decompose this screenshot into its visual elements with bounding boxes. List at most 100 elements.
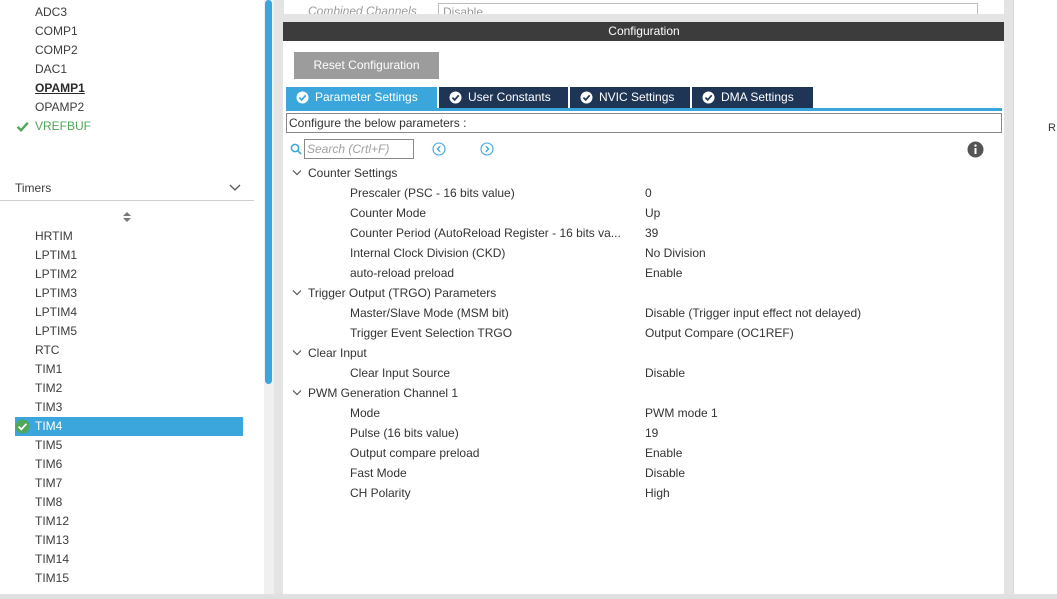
peripheral-item-tim15[interactable]: TIM15 xyxy=(15,569,243,588)
peripheral-item-lptim1[interactable]: LPTIM1 xyxy=(15,246,243,265)
peripheral-item-label: OPAMP1 xyxy=(35,81,85,95)
peripheral-item-label: TIM6 xyxy=(35,457,63,471)
group-title: Trigger Output (TRGO) Parameters xyxy=(308,286,497,300)
parameter-value[interactable]: PWM mode 1 xyxy=(645,403,718,423)
peripheral-item-tim14[interactable]: TIM14 xyxy=(15,550,243,569)
peripheral-item-tim4[interactable]: TIM4 xyxy=(15,417,243,436)
info-icon[interactable] xyxy=(967,141,984,158)
previous-match-icon[interactable] xyxy=(432,142,446,156)
peripheral-item-tim12[interactable]: TIM12 xyxy=(15,512,243,531)
group-title: PWM Generation Channel 1 xyxy=(308,386,459,400)
peripheral-item-opamp2[interactable]: OPAMP2 xyxy=(15,98,243,117)
reset-configuration-button[interactable]: Reset Configuration xyxy=(294,52,439,79)
parameter-value[interactable]: No Division xyxy=(645,243,706,263)
parameter-value[interactable]: Enable xyxy=(645,443,682,463)
chevron-down-icon[interactable] xyxy=(292,289,302,297)
parameter-row[interactable]: Counter Period (AutoReload Register - 16… xyxy=(283,223,999,243)
combined-channels-label: Combined Channels xyxy=(308,4,417,14)
parameter-row[interactable]: Pulse (16 bits value) 19 xyxy=(283,423,999,443)
configuration-scrollbar-track[interactable] xyxy=(1004,0,1013,594)
peripheral-item-opamp1[interactable]: OPAMP1 xyxy=(15,79,243,98)
peripheral-item-comp1[interactable]: COMP1 xyxy=(15,22,243,41)
peripheral-item-label: TIM2 xyxy=(35,381,63,395)
parameter-value[interactable]: High xyxy=(645,483,670,503)
parameter-name: Master/Slave Mode (MSM bit) xyxy=(350,306,509,320)
peripheral-item-lptim5[interactable]: LPTIM5 xyxy=(15,322,243,341)
parameter-row[interactable]: Trigger Event Selection TRGO Output Compa… xyxy=(283,323,999,343)
configuration-tab-bar: Parameter Settings User Constants NVIC Set… xyxy=(286,87,1002,111)
parameter-row[interactable]: Prescaler (PSC - 16 bits value) 0 xyxy=(283,183,999,203)
sort-icon[interactable] xyxy=(122,211,132,223)
parameter-value[interactable]: Disable (Trigger input effect not delaye… xyxy=(645,303,861,323)
next-match-icon[interactable] xyxy=(480,142,494,156)
combined-channels-select[interactable]: Disable xyxy=(438,3,978,14)
search-toolbar xyxy=(286,138,1002,160)
parameter-row[interactable]: Master/Slave Mode (MSM bit) Disable (Trig… xyxy=(283,303,999,323)
parameter-row[interactable]: Mode PWM mode 1 xyxy=(283,403,999,423)
peripheral-item-label: RTC xyxy=(35,343,60,357)
parameter-value[interactable]: Disable xyxy=(645,363,685,383)
combined-channels-value: Disable xyxy=(443,5,484,14)
parameter-value[interactable]: Up xyxy=(645,203,660,223)
group-trigger-output-trgo-parameters[interactable]: Trigger Output (TRGO) Parameters xyxy=(283,283,999,303)
search-input[interactable] xyxy=(304,139,414,159)
parameter-name: Counter Period (AutoReload Register - 16… xyxy=(350,226,621,240)
chevron-down-icon[interactable] xyxy=(292,349,302,357)
configuration-header: Configuration xyxy=(283,22,1005,41)
tab-nvic-settings[interactable]: NVIC Settings xyxy=(570,87,690,108)
peripheral-item-tim5[interactable]: TIM5 xyxy=(15,436,243,455)
chevron-down-icon[interactable] xyxy=(292,169,302,177)
parameter-value[interactable]: 39 xyxy=(645,223,658,243)
parameter-row[interactable]: Clear Input Source Disable xyxy=(283,363,999,383)
group-pwm-generation-channel-1[interactable]: PWM Generation Channel 1 xyxy=(283,383,999,403)
parameter-value[interactable]: 0 xyxy=(645,183,652,203)
parameter-value[interactable]: Enable xyxy=(645,263,682,283)
peripheral-item-label: DAC1 xyxy=(35,62,68,76)
tab-user-constants[interactable]: User Constants xyxy=(439,87,568,108)
peripheral-item-comp2[interactable]: COMP2 xyxy=(15,41,243,60)
peripheral-item-rtc[interactable]: RTC xyxy=(15,341,243,360)
peripheral-item-tim3[interactable]: TIM3 xyxy=(15,398,243,417)
left-scrollbar-track[interactable] xyxy=(264,0,274,594)
chevron-down-icon[interactable] xyxy=(229,183,241,193)
left-scrollbar-thumb[interactable] xyxy=(265,0,272,384)
parameter-row[interactable]: Output compare preload Enable xyxy=(283,443,999,463)
parameter-value[interactable]: 19 xyxy=(645,423,658,443)
group-clear-input[interactable]: Clear Input xyxy=(283,343,999,363)
peripheral-item-tim8[interactable]: TIM8 xyxy=(15,493,243,512)
peripheral-item-lptim4[interactable]: LPTIM4 xyxy=(15,303,243,322)
parameter-value[interactable]: Disable xyxy=(645,463,685,483)
peripheral-item-tim1[interactable]: TIM1 xyxy=(15,360,243,379)
parameter-name: auto-reload preload xyxy=(350,266,455,280)
peripheral-item-vrefbuf[interactable]: VREFBUF xyxy=(15,117,243,136)
peripheral-item-label: LPTIM2 xyxy=(35,267,78,281)
peripheral-item-dac1[interactable]: DAC1 xyxy=(15,60,243,79)
peripheral-item-adc3[interactable]: ADC3 xyxy=(15,3,243,22)
peripheral-item-label: TIM1 xyxy=(35,362,63,376)
peripheral-item-tim13[interactable]: TIM13 xyxy=(15,531,243,550)
parameter-name: Output compare preload xyxy=(350,446,480,460)
peripheral-item-hrtim[interactable]: HRTIM xyxy=(15,227,243,246)
peripheral-item-label: LPTIM3 xyxy=(35,286,78,300)
peripheral-item-label: VREFBUF xyxy=(35,119,92,133)
bottom-status-strip xyxy=(0,594,1057,599)
timers-category-header[interactable]: Timers xyxy=(0,177,254,201)
parameter-row[interactable]: Internal Clock Division (CKD) No Division xyxy=(283,243,999,263)
peripheral-item-tim7[interactable]: TIM7 xyxy=(15,474,243,493)
peripheral-item-lptim3[interactable]: LPTIM3 xyxy=(15,284,243,303)
peripheral-item-tim6[interactable]: TIM6 xyxy=(15,455,243,474)
peripheral-item-lptim2[interactable]: LPTIM2 xyxy=(15,265,243,284)
parameter-row[interactable]: CH Polarity High xyxy=(283,483,999,503)
tab-dma-settings[interactable]: DMA Settings xyxy=(692,87,813,108)
chevron-down-icon[interactable] xyxy=(292,389,302,397)
parameter-row[interactable]: Counter Mode Up xyxy=(283,203,999,223)
parameter-row[interactable]: auto-reload preload Enable xyxy=(283,263,999,283)
group-title: Clear Input xyxy=(308,346,367,360)
parameter-value[interactable]: Output Compare (OC1REF) xyxy=(645,323,794,343)
peripheral-item-tim2[interactable]: TIM2 xyxy=(15,379,243,398)
group-counter-settings[interactable]: Counter Settings xyxy=(283,163,999,183)
peripheral-item-label: LPTIM1 xyxy=(35,248,78,262)
tab-parameter-settings[interactable]: Parameter Settings xyxy=(286,87,437,108)
parameter-row[interactable]: Fast Mode Disable xyxy=(283,463,999,483)
peripheral-item-label: COMP1 xyxy=(35,24,78,38)
